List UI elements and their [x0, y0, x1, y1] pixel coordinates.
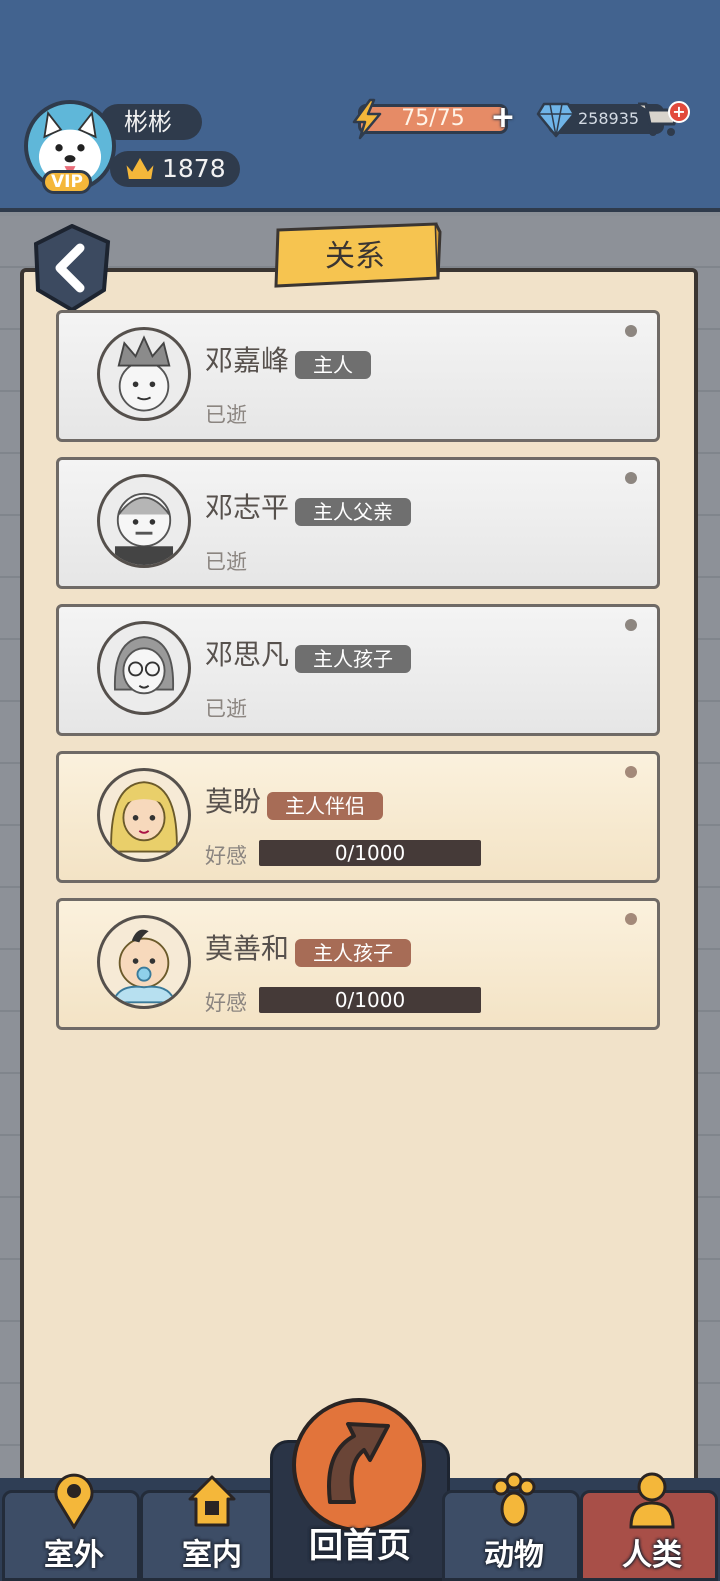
home-button[interactable]: [292, 1398, 426, 1532]
relation-status: 已逝: [205, 403, 247, 427]
portrait-woman-glasses-icon: [97, 621, 191, 715]
pin-icon: [625, 472, 637, 484]
paw-icon: [492, 1472, 536, 1527]
nav-indoor[interactable]: 室内: [140, 1475, 278, 1581]
portrait-king-icon: [97, 327, 191, 421]
relation-name: 邓志平: [205, 491, 290, 524]
return-arrow-icon: [327, 1422, 390, 1504]
nav-outdoor[interactable]: 室外: [2, 1473, 140, 1581]
relation-name: 邓思凡: [205, 638, 290, 671]
relation-card[interactable]: 邓嘉峰 主人 已逝: [56, 310, 660, 442]
affinity-label: 好感: [205, 844, 247, 868]
relations-panel: [20, 268, 698, 1508]
pin-icon: [625, 325, 637, 337]
crown-icon: [123, 153, 157, 181]
relation-name: 莫善和: [205, 932, 290, 965]
relation-role-tag: 主人父亲: [295, 498, 411, 526]
affinity-value: 0/1000: [334, 988, 406, 1012]
relation-card[interactable]: 邓思凡 主人孩子 已逝: [56, 604, 660, 736]
relation-role-tag: 主人孩子: [295, 939, 411, 967]
relation-role-tag: 主人伴侣: [267, 792, 383, 820]
relation-status: 已逝: [205, 550, 247, 574]
portrait-old-man-icon: [97, 474, 191, 568]
house-icon: [188, 1475, 236, 1527]
relation-card[interactable]: 莫盼 主人伴侣 好感 0/1000: [56, 751, 660, 883]
affinity-label: 好感: [205, 991, 247, 1015]
back-button[interactable]: [32, 224, 112, 312]
shop-alert-badge: +: [668, 101, 690, 123]
panel-title: 关系: [325, 239, 385, 274]
player-name: 彬彬: [100, 104, 202, 140]
diamond-icon: [536, 102, 576, 138]
nav-humans[interactable]: 人类: [580, 1472, 718, 1581]
pin-icon: [625, 766, 637, 778]
relation-role-tag: 主人: [295, 351, 371, 379]
affinity-value: 0/1000: [334, 841, 406, 865]
portrait-baby-icon: [97, 915, 191, 1009]
relation-name: 莫盼: [205, 785, 262, 818]
lightning-bolt-icon: [352, 98, 382, 140]
nav-outdoor-label: 室外: [44, 1538, 104, 1573]
relation-card[interactable]: 莫善和 主人孩子 好感 0/1000: [56, 898, 660, 1030]
add-energy-button[interactable]: +: [490, 103, 516, 133]
portrait-blonde-woman-icon: [97, 768, 191, 862]
relation-card[interactable]: 邓志平 主人父亲 已逝: [56, 457, 660, 589]
pin-icon: [625, 913, 637, 925]
home-label: 回首页: [309, 1526, 411, 1566]
relation-status: 已逝: [205, 697, 247, 721]
pin-icon: [625, 619, 637, 631]
map-pin-icon: [54, 1473, 94, 1529]
nav-animals[interactable]: 动物: [442, 1472, 580, 1581]
nav-humans-label: 人类: [622, 1538, 682, 1573]
relation-role-tag: 主人孩子: [295, 645, 411, 673]
vip-badge: VIP: [42, 170, 92, 194]
nav-animals-label: 动物: [484, 1538, 544, 1573]
relation-name: 邓嘉峰: [205, 344, 290, 377]
nav-indoor-label: 室内: [182, 1538, 242, 1573]
person-icon: [629, 1472, 675, 1529]
